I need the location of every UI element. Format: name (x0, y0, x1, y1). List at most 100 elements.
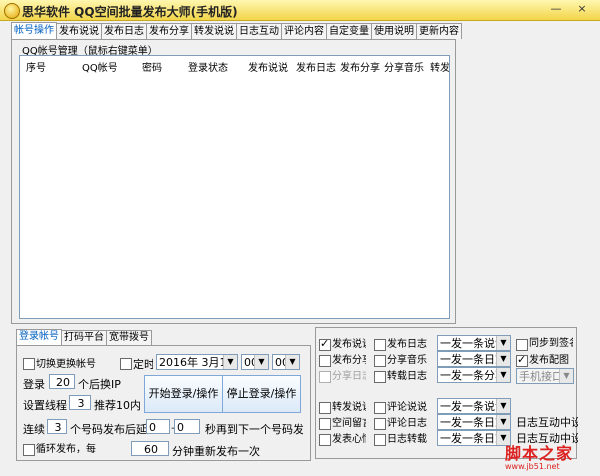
status-mode-combo[interactable]: 一发一条说说 ▼ (437, 335, 511, 351)
continuous-mid: 个号码发布后延 (70, 423, 146, 436)
sync-signature-checkbox[interactable] (516, 339, 528, 351)
post-image-label: 发布配图 (529, 355, 569, 365)
threads-input[interactable]: 3 (69, 395, 91, 410)
column-header[interactable]: 登录状态 (188, 59, 228, 74)
post-mood-checkbox[interactable] (319, 434, 331, 446)
chevron-down-icon: ▼ (285, 355, 299, 369)
post-status-checkbox[interactable] (319, 337, 331, 351)
reprint-diary-checkbox[interactable] (374, 371, 386, 383)
comment-diary-checkbox[interactable] (374, 418, 386, 430)
close-button[interactable]: × (574, 2, 590, 16)
switch-account-checkbox[interactable] (23, 358, 35, 370)
threads-suffix: 推荐10内 (94, 399, 141, 412)
space-message-label: 空间留言 (332, 418, 366, 427)
sync-signature-label: 同步到签名 (529, 338, 573, 348)
login-count-input[interactable]: 20 (49, 374, 75, 389)
phone-interface-value: 手机接口 (519, 370, 563, 383)
forward-status-checkbox[interactable] (319, 402, 331, 414)
login-prefix: 登录 (23, 378, 45, 391)
share-diary-checkbox[interactable] (319, 371, 331, 383)
tab-post-diary[interactable]: 发布日志 (101, 23, 147, 39)
share-diary-label: 分享日志 (332, 371, 366, 380)
tab-login-account[interactable]: 登录帐号 (16, 329, 62, 346)
continuous-prefix: 连续 (23, 423, 45, 436)
stop-login-button[interactable]: 停止登录/操作 (222, 375, 301, 413)
tab-changelog[interactable]: 更新内容 (416, 23, 462, 39)
comment-status-checkbox[interactable] (374, 402, 386, 414)
post-share-checkbox[interactable] (319, 355, 331, 367)
chevron-down-icon: ▼ (559, 369, 573, 383)
comment-diary-mode-combo[interactable]: 一发一条日志 ▼ (437, 414, 511, 430)
diary-reprint-label: 日志转载 (387, 434, 427, 443)
tab-post-status[interactable]: 发布说说 (56, 23, 102, 39)
account-list[interactable]: 序号 QQ帐号 密码 登录状态 发布说说 发布日志 发布分享 分享音乐 转发说说 (19, 55, 450, 319)
diary-interact-note-1: 日志互动中设置 (516, 416, 578, 429)
comment-diary-label: 评论日志 (387, 418, 427, 427)
title-bar: 思华软件 QQ空间批量发布大师(手机版) — × (0, 0, 600, 21)
timer-checkbox[interactable] (120, 358, 132, 370)
loop-minutes-input[interactable]: 60 (131, 441, 169, 456)
minimize-button[interactable]: — (548, 2, 564, 16)
login-suffix: 个后换IP (78, 378, 121, 391)
phone-interface-combo[interactable]: 手机接口 ▼ (516, 368, 574, 384)
reprint-diary-label: 转载日志 (387, 371, 427, 380)
delay-from-input[interactable]: 0 (146, 419, 170, 434)
tab-comment-content[interactable]: 评论内容 (281, 23, 327, 39)
date-picker[interactable]: 2016年 3月1 ▼ (156, 354, 238, 370)
delay-to-input[interactable]: 0 (174, 419, 200, 434)
switch-account-label: 切换更换帐号 (36, 359, 96, 369)
chevron-down-icon: ▼ (223, 355, 237, 369)
column-header[interactable]: 密码 (142, 59, 162, 74)
date-value: 2016年 3月1 (159, 356, 227, 369)
column-header[interactable]: 分享音乐 (384, 59, 426, 74)
post-status-label: 发布说说 (332, 339, 366, 348)
watermark-logo: 脚本之家 (505, 444, 574, 463)
app-icon (4, 3, 20, 19)
loop-label: 循环发布，每 (36, 444, 96, 454)
timer-label: 定时 (133, 358, 153, 371)
column-header[interactable]: 发布分享 (340, 59, 380, 74)
window-title: 思华软件 QQ空间批量发布大师(手机版) (22, 5, 238, 19)
reprint-mode-combo[interactable]: 一发一条日志 ▼ (437, 430, 511, 446)
chevron-down-icon: ▼ (254, 355, 268, 369)
continuous-input[interactable]: 3 (47, 419, 67, 434)
tab-diary-interact[interactable]: 日志互动 (236, 23, 282, 39)
space-message-checkbox[interactable] (319, 418, 331, 430)
diary-mode-combo[interactable]: 一发一条日志 ▼ (437, 351, 511, 367)
tab-account[interactable]: 帐号操作 (11, 22, 57, 40)
chevron-down-icon: ▼ (496, 352, 510, 366)
column-header[interactable]: 发布日志 (296, 59, 340, 74)
share-music-label: 分享音乐 (387, 355, 427, 364)
tab-usage[interactable]: 使用说明 (371, 23, 417, 39)
diary-reprint-checkbox[interactable] (374, 434, 386, 446)
chevron-down-icon: ▼ (496, 368, 510, 382)
tab-post-share[interactable]: 发布分享 (146, 23, 192, 39)
post-diary-label: 发布日志 (387, 339, 427, 348)
post-diary-checkbox[interactable] (374, 339, 386, 351)
minute-picker[interactable]: 00 ▼ (272, 354, 300, 370)
loop-checkbox[interactable] (23, 444, 35, 456)
chevron-down-icon: ▼ (496, 399, 510, 413)
share-music-checkbox[interactable] (374, 355, 386, 367)
delay-suffix: 秒再到下一个号码发布 (205, 423, 303, 436)
tab-captcha[interactable]: 打码平台 (61, 330, 107, 345)
forward-status-label: 转发说说 (332, 402, 366, 411)
column-header[interactable]: 序号 (26, 59, 46, 74)
tab-custom-vars[interactable]: 自定变量 (326, 23, 372, 39)
column-header[interactable]: 发布说说 (248, 59, 292, 74)
threads-prefix: 设置线程 (23, 399, 67, 412)
watermark-url: www.jb51.net (505, 462, 560, 471)
post-image-checkbox[interactable] (516, 353, 528, 367)
start-login-button[interactable]: 开始登录/操作 (144, 375, 223, 413)
forward-mode-combo[interactable]: 一发一条说说 ▼ (437, 398, 511, 414)
chevron-down-icon: ▼ (496, 415, 510, 429)
post-mood-label: 发表心情 (332, 434, 366, 443)
tab-broadband[interactable]: 宽带拨号 (106, 330, 152, 345)
column-header[interactable]: 转发说说 (430, 59, 449, 74)
chevron-down-icon: ▼ (496, 336, 510, 350)
loop-suffix: 分钟重新发布一次 (172, 445, 260, 458)
share-mode-combo[interactable]: 一发一条分享 ▼ (437, 367, 511, 383)
hour-picker[interactable]: 00 ▼ (241, 354, 269, 370)
tab-forward-status[interactable]: 转发说说 (191, 23, 237, 39)
column-header[interactable]: QQ帐号 (82, 59, 118, 74)
